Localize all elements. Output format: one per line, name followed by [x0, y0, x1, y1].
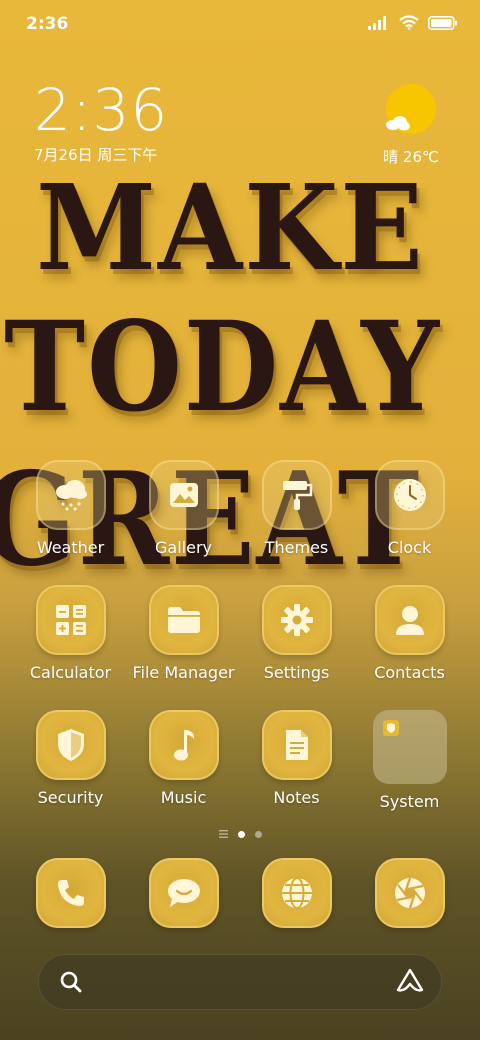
wallpaper-text-line: TODAY [4, 295, 441, 440]
app-label: Contacts [374, 663, 445, 682]
security-mini-icon [382, 720, 399, 736]
signal-icon [368, 15, 386, 30]
app-label: Themes [264, 538, 329, 557]
search-bar[interactable] [38, 954, 442, 1010]
app-label: File Manager [132, 663, 235, 682]
dock-browser[interactable] [240, 858, 353, 928]
clock-time: 2:36 [34, 76, 169, 144]
page-dot-active[interactable] [237, 830, 245, 838]
battery-icon [428, 15, 458, 30]
dock-camera[interactable] [353, 858, 466, 928]
weather-text: 晴 26℃ [383, 148, 439, 166]
app-label: Notes [273, 788, 320, 807]
assistant-icon[interactable] [396, 968, 424, 994]
dock-messages[interactable] [127, 858, 240, 928]
app-label: Clock [387, 538, 432, 557]
app-contacts[interactable]: Contacts [353, 585, 466, 682]
status-time: 2:36 [26, 14, 69, 34]
app-folder-system[interactable]: System [353, 710, 466, 811]
calculator-icon [35, 585, 106, 655]
clock-widget[interactable]: 2:36 7月26日 周三下午 [34, 78, 168, 165]
gallery-icon [148, 460, 219, 530]
folder-icon [148, 585, 219, 655]
camera-icon [374, 858, 445, 928]
menu-lines-icon[interactable] [218, 830, 228, 838]
app-label: Calculator [29, 663, 112, 682]
clock-date: 7月26日 周三下午 [34, 146, 158, 164]
app-label: Gallery [155, 538, 212, 557]
clock-icon [374, 460, 445, 530]
music-note-icon [148, 710, 219, 780]
app-security[interactable]: Security [14, 710, 127, 807]
dock-phone[interactable] [14, 858, 127, 928]
app-settings[interactable]: Settings [240, 585, 353, 682]
person-icon [374, 585, 445, 655]
shield-icon [35, 710, 106, 780]
app-notes[interactable]: Notes [240, 710, 353, 807]
status-bar: 2:36 [0, 0, 480, 50]
app-clock[interactable]: Clock [353, 460, 466, 557]
page-dot[interactable] [254, 830, 262, 838]
phone-icon [35, 858, 106, 928]
message-icon [148, 858, 219, 928]
gear-icon [261, 585, 332, 655]
wallpaper-text-line: MAKE [36, 158, 425, 297]
folder-icon [372, 710, 447, 784]
app-label: Security [37, 788, 104, 807]
app-calculator[interactable]: Calculator [14, 585, 127, 682]
app-weather[interactable]: Weather [14, 460, 127, 557]
themes-icon [261, 460, 332, 530]
app-gallery[interactable]: Gallery [127, 460, 240, 557]
app-file-manager[interactable]: File Manager [127, 585, 240, 682]
search-icon[interactable] [60, 971, 82, 993]
weather-icon [35, 460, 106, 530]
weather-widget[interactable]: 晴 26℃ [376, 84, 446, 167]
page-indicator[interactable] [0, 830, 480, 838]
app-themes[interactable]: Themes [240, 460, 353, 557]
browser-icon [261, 858, 332, 928]
app-label: Settings [263, 663, 330, 682]
sunny-cloud-icon [386, 84, 436, 134]
app-label: Weather [36, 538, 105, 557]
app-music[interactable]: Music [127, 710, 240, 807]
note-icon [261, 710, 332, 780]
app-label: Music [160, 788, 207, 807]
app-label: System [379, 792, 440, 811]
wifi-icon [399, 15, 419, 30]
